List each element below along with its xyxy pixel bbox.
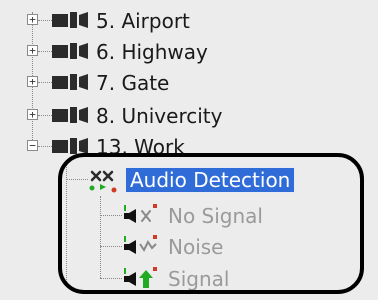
camera-icon <box>52 12 88 28</box>
expand-icon[interactable]: + <box>27 109 38 120</box>
camera-icon <box>52 43 88 59</box>
tree-item-camera-5[interactable]: + 5. Airport <box>0 6 378 36</box>
tree-item-camera-8[interactable]: + 8. Univercity <box>0 101 378 131</box>
object-tree: + 5. Airport + 6. Highway + 7. Gate + 8.… <box>0 0 378 300</box>
tree-item-camera-7[interactable]: + 7. Gate <box>0 68 378 98</box>
collapse-icon[interactable]: − <box>27 140 38 151</box>
tree-item-label: 8. Univercity <box>96 104 223 128</box>
expand-icon[interactable]: + <box>27 76 38 87</box>
expand-icon[interactable]: + <box>27 14 38 25</box>
tree-item-label: 5. Airport <box>96 9 190 33</box>
tree-item-label: 6. Highway <box>96 40 208 64</box>
tree-item-label: 7. Gate <box>96 71 170 95</box>
highlight-annotation-ring <box>58 153 364 294</box>
camera-icon <box>52 74 88 90</box>
camera-icon <box>52 107 88 123</box>
expand-icon[interactable]: + <box>27 45 38 56</box>
tree-item-camera-6[interactable]: + 6. Highway <box>0 37 378 67</box>
